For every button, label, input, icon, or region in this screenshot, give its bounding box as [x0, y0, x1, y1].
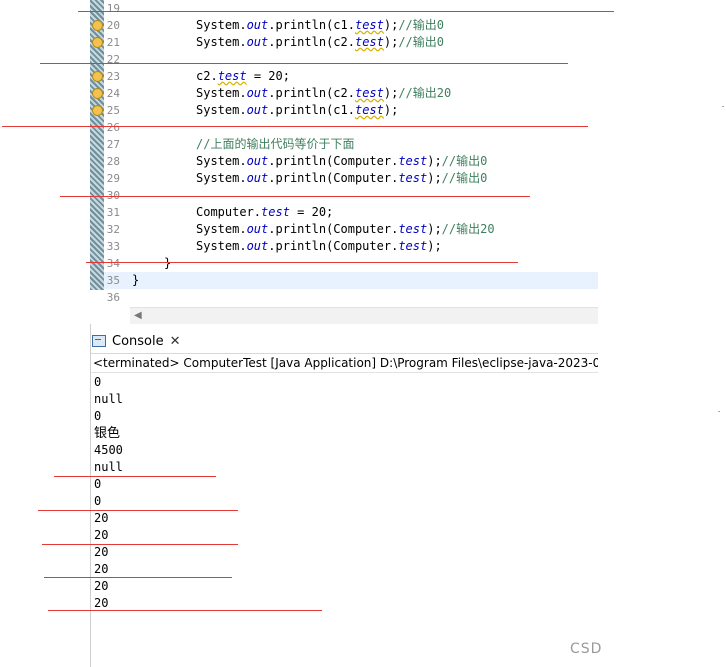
code-text: }: [132, 273, 140, 287]
divider: [91, 353, 598, 354]
console-line: 4500: [94, 443, 123, 457]
code-text: System.out.println(Computer.test);: [196, 239, 442, 253]
console-line: 0: [94, 477, 102, 491]
console-line: 20: [94, 528, 109, 542]
annotation-line: [86, 262, 518, 263]
line-number: 34: [106, 257, 120, 270]
code-line[interactable]: 25 System.out.println(c1.test);: [92, 102, 598, 119]
panel-border: [90, 324, 91, 667]
scroll-left-icon[interactable]: ◀: [134, 310, 142, 321]
annotation-line: [44, 577, 232, 578]
line-number: 36: [106, 291, 120, 304]
annotation-line: [40, 63, 568, 64]
console-line: null: [94, 460, 123, 474]
line-number: 31: [106, 206, 120, 219]
code-line[interactable]: 36: [104, 289, 598, 306]
console-line: 0: [94, 494, 102, 508]
line-number: 22: [106, 53, 120, 66]
line-number: 19: [106, 2, 120, 15]
code-text: }: [164, 256, 172, 270]
console-line: 20: [94, 562, 109, 576]
edge-mark: [722, 106, 724, 107]
code-line[interactable]: 19: [104, 0, 598, 17]
annotation-line: [2, 126, 588, 127]
console-icon: [92, 335, 106, 347]
line-number: 33: [106, 240, 120, 253]
console-line: null: [94, 392, 123, 406]
annotation-line: [38, 510, 238, 511]
code-line[interactable]: 22: [104, 51, 598, 68]
console-line: 20: [94, 545, 109, 559]
code-text: System.out.println(c2.test);//输出20: [196, 86, 452, 100]
close-icon[interactable]: ✕: [170, 334, 181, 349]
edge-mark: [718, 411, 720, 412]
warning-marker-icon[interactable]: [92, 88, 103, 99]
code-line[interactable]: 23 c2.test = 20;: [92, 68, 598, 85]
code-text: c2.test = 20;: [196, 69, 290, 83]
line-number: 29: [106, 172, 120, 185]
line-number: 25: [106, 104, 120, 117]
console-line: 银色: [94, 426, 121, 441]
console-line: 20: [94, 579, 109, 593]
divider: [91, 372, 598, 373]
code-text: System.out.println(Computer.test);//输出20: [196, 222, 495, 236]
watermark: CSD: [570, 641, 603, 657]
code-text: Computer.test = 20;: [196, 205, 334, 219]
code-text: System.out.println(Computer.test);//输出0: [196, 171, 488, 185]
code-line[interactable]: 32 System.out.println(Computer.test);//输出…: [104, 221, 598, 238]
code-line[interactable]: 20 System.out.println(c1.test);//输出0: [92, 17, 598, 34]
code-line[interactable]: 31 Computer.test = 20;: [104, 204, 598, 221]
code-line[interactable]: 35}: [104, 272, 598, 289]
annotation-line: [42, 544, 238, 545]
console-tab-label: Console: [112, 333, 164, 349]
code-line[interactable]: 29 System.out.println(Computer.test);//输出…: [104, 170, 598, 187]
line-number: 28: [106, 155, 120, 168]
annotation-line: [48, 610, 322, 611]
code-line[interactable]: 21 System.out.println(c2.test);//输出0: [92, 34, 598, 51]
line-number: 27: [106, 138, 120, 151]
code-line[interactable]: 24 System.out.println(c2.test);//输出20: [92, 85, 598, 102]
code-text: //上面的输出代码等价于下面: [196, 137, 355, 151]
line-number: 23: [106, 70, 120, 83]
console-line: 20: [94, 511, 109, 525]
line-number: 26: [106, 121, 120, 134]
code-text: System.out.println(c1.test);: [196, 103, 399, 117]
warning-marker-icon[interactable]: [92, 105, 103, 116]
annotation-line: [60, 196, 530, 197]
code-text: System.out.println(Computer.test);//输出0: [196, 154, 488, 168]
code-line[interactable]: 26: [104, 119, 598, 136]
warning-marker-icon[interactable]: [92, 71, 103, 82]
console-line: 0: [94, 375, 102, 389]
tab-console[interactable]: Console ✕: [92, 330, 181, 352]
code-line[interactable]: 34}: [104, 255, 598, 272]
console-status: <terminated> ComputerTest [Java Applicat…: [93, 356, 598, 370]
line-number: 32: [106, 223, 120, 236]
code-text: System.out.println(c2.test);//输出0: [196, 35, 445, 49]
line-number: 21: [106, 36, 120, 49]
code-line[interactable]: 28 System.out.println(Computer.test);//输出…: [104, 153, 598, 170]
annotation-line: [54, 476, 216, 477]
code-line[interactable]: 33 System.out.println(Computer.test);: [104, 238, 598, 255]
line-number: 20: [106, 19, 120, 32]
warning-marker-icon[interactable]: [92, 20, 103, 31]
code-text: System.out.println(c1.test);//输出0: [196, 18, 445, 32]
line-number: 35: [106, 274, 120, 287]
horizontal-scrollbar[interactable]: ◀: [130, 307, 598, 324]
line-number: 24: [106, 87, 120, 100]
annotation-line: [78, 11, 614, 12]
warning-marker-icon[interactable]: [92, 37, 103, 48]
console-line: 0: [94, 409, 102, 423]
code-line[interactable]: 27 //上面的输出代码等价于下面: [104, 136, 598, 153]
